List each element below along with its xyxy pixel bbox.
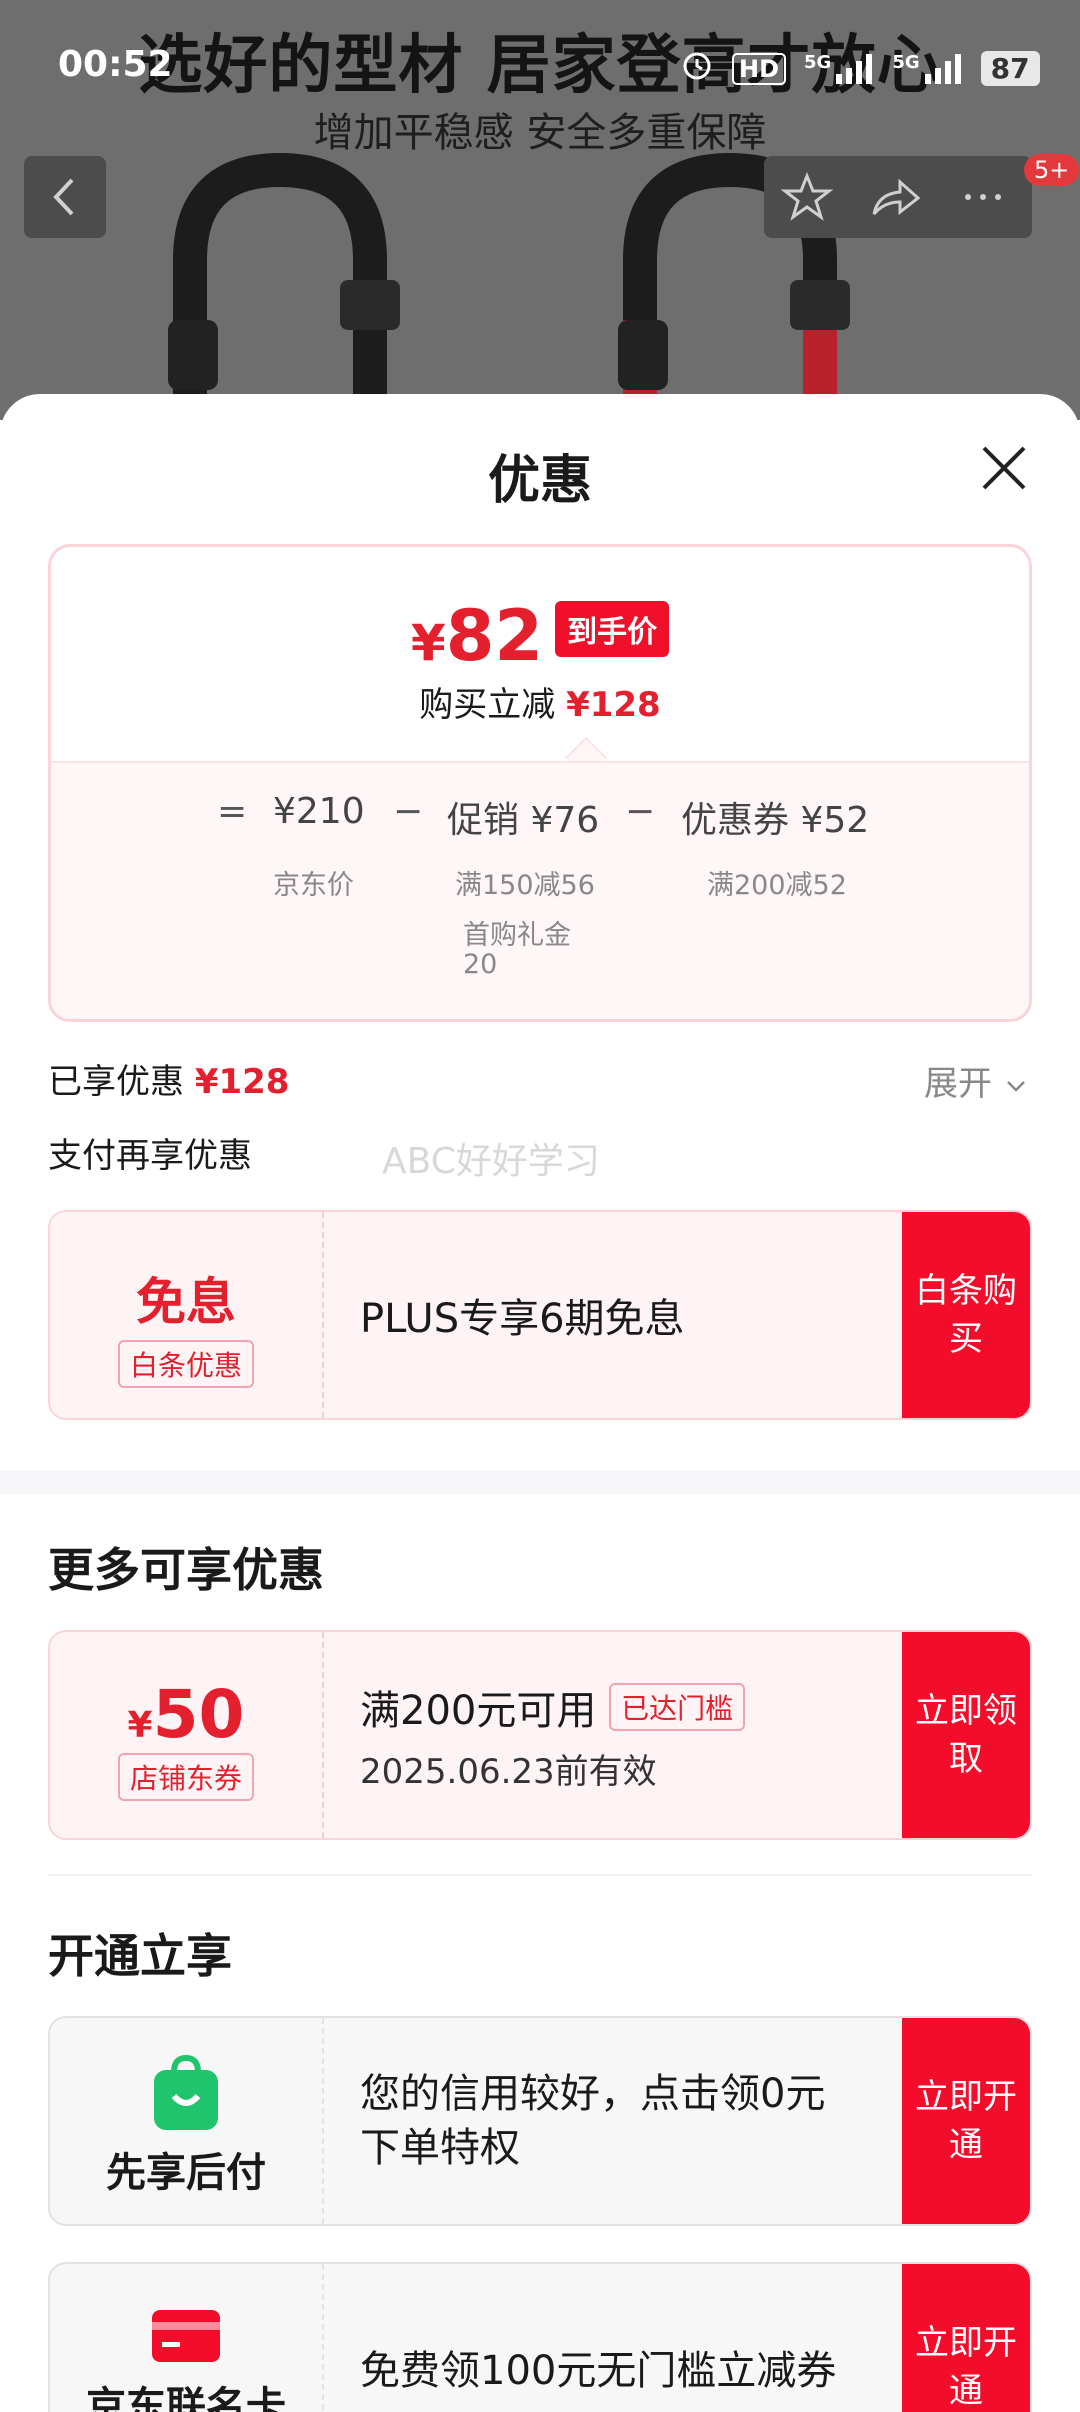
sheet-title: 优惠 [487,451,592,511]
chevron-left-icon [53,178,74,216]
first-gift-value: 20 [463,949,498,980]
first-gift-label: 首购礼金 [463,920,571,951]
back-button[interactable] [24,156,106,238]
final-price-tag: 到手价 [555,601,670,657]
coupon-amount: ¥50 [127,1676,245,1753]
coupon-expiry: 2025.06.23前有效 [360,1751,657,1792]
interest-free-label: 免息 [136,1273,236,1331]
pay-later-offer: 先享后付 您的信用较好，点击领0元下单特权 立即开通 [48,2016,1032,2226]
minus-sign: − [393,791,424,832]
shopping-bag-icon [154,2054,218,2130]
status-icons: HD 5G 5G 87 [680,48,1040,89]
baitiao-tag: 白条优惠 [117,1340,254,1388]
status-time: 00:52 [58,44,173,85]
discount-sheet: 优惠 ¥82 到手价 购买立减 ¥128 = ¥210 京东价 − 促销 ¥76 … [0,394,1080,2412]
chevron-down-icon [1006,1080,1025,1092]
equals-sign: = [217,791,248,832]
jd-card-offer: 京东联名卡 免费领100元无门槛立减券 立即开通 [48,2262,1032,2412]
cart-badge: 5+ [1024,154,1080,186]
minus-sign-2: − [625,791,656,832]
coupon-note: 满200减52 [707,870,847,901]
signal-5g-icon: 5G [804,52,874,86]
pay-section-title: 支付再享优惠 [48,1136,252,1176]
expand-toggle[interactable]: 展开 [924,1056,1029,1105]
jd-card-name: 京东联名卡 [86,2384,286,2412]
jd-price-value: ¥210 [273,791,365,832]
share-icon[interactable] [868,170,922,224]
pay-later-name: 先享后付 [106,2150,266,2196]
enjoyed-discount: 已享优惠 ¥128 [48,1062,290,1102]
jd-card-desc: 免费领100元无门槛立减券 [360,2348,837,2394]
more-offers-title: 更多可享优惠 [48,1543,324,1597]
close-icon[interactable] [978,442,1030,494]
claim-coupon-button[interactable]: 立即领取 [902,1632,1030,1838]
open-pay-later-button[interactable]: 立即开通 [902,2018,1030,2224]
signal-5g-icon-2: 5G [892,52,962,86]
section-separator [48,1874,1032,1876]
coupon-value: 优惠券 ¥52 [681,800,870,841]
baitiao-desc: PLUS专享6期免息 [360,1296,685,1342]
promo-value: 促销 ¥76 [447,800,600,841]
promo-note: 满150减56 [455,870,595,901]
hd-indicator: HD [732,52,787,85]
star-icon[interactable] [780,170,834,224]
coupon-condition: 满200元可用 已达门槛 [360,1678,920,1736]
pay-later-desc: 您的信用较好，点击领0元下单特权 [360,2071,826,2171]
final-price: ¥82 到手价 [51,595,1029,677]
section-divider [0,1470,1080,1494]
battery-indicator: 87 [980,51,1040,86]
open-offers-title: 开通立享 [48,1929,232,1983]
jd-price-label: 京东价 [273,870,354,901]
baitiao-buy-button[interactable]: 白条购买 [902,1212,1030,1418]
threshold-reached-tag: 已达门槛 [609,1682,746,1731]
credit-card-icon [152,2310,220,2362]
top-action-group [764,156,1032,238]
baitiao-offer: 免息 白条优惠 PLUS专享6期免息 白条购买 [48,1210,1032,1420]
price-breakdown-card: ¥82 到手价 购买立减 ¥128 = ¥210 京东价 − 促销 ¥76 满15… [48,544,1032,1022]
store-coupon: ¥50 店铺东券 满200元可用 已达门槛 2025.06.23前有效 立即领取 [48,1630,1032,1840]
store-coupon-tag: 店铺东券 [117,1753,254,1801]
more-icon[interactable] [956,170,1010,224]
open-jd-card-button[interactable]: 立即开通 [902,2264,1030,2412]
watermark: ABC好好学习 [382,1141,600,1182]
price-calculation: = ¥210 京东价 − 促销 ¥76 满150减56 首购礼金 20 − 优惠… [51,761,1029,1019]
purchase-reduction: 购买立减 ¥128 [419,685,661,725]
alarm-icon [680,48,714,89]
